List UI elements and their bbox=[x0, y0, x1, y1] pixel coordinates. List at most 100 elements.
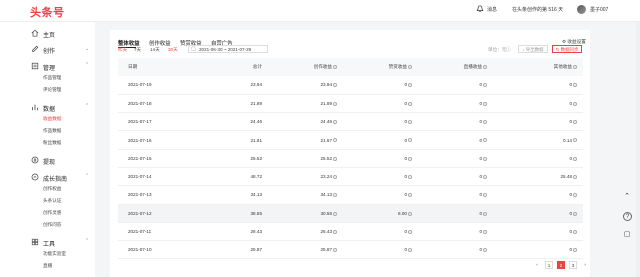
info-icon[interactable]: ⓘ bbox=[506, 46, 511, 53]
help-icon[interactable] bbox=[408, 211, 412, 216]
sidebar-subitem-income[interactable]: 收益数据 bbox=[43, 116, 61, 122]
help-icon[interactable] bbox=[333, 156, 337, 161]
help-icon[interactable] bbox=[408, 64, 412, 69]
chevron-down-icon[interactable]: ⌄ bbox=[85, 46, 89, 52]
help-icon[interactable] bbox=[573, 83, 577, 88]
period-yesterday[interactable]: 昨天 bbox=[118, 47, 127, 53]
sidebar-subitem-lab[interactable]: 功能实验室 bbox=[43, 251, 66, 257]
help-icon[interactable] bbox=[483, 193, 487, 198]
help-circle-icon[interactable]: ? bbox=[623, 212, 632, 221]
prev-page-button[interactable]: ‹ bbox=[533, 261, 541, 269]
page-1[interactable]: 1 bbox=[545, 261, 553, 269]
period-14d[interactable]: 14天 bbox=[150, 47, 160, 53]
help-icon[interactable] bbox=[483, 138, 487, 143]
sidebar-subitem-fans-data[interactable]: 粉丝数据 bbox=[43, 140, 61, 146]
cell-value: 8.00 bbox=[398, 210, 407, 216]
avatar[interactable] bbox=[577, 5, 586, 14]
help-icon[interactable] bbox=[408, 101, 412, 106]
sidebar-subitem-inspiration[interactable]: 创作灵感 bbox=[43, 210, 61, 216]
table-header-row: 日期 总计 创作收益 赞赏收益 直播收益 其他收益 bbox=[118, 58, 583, 76]
help-icon[interactable] bbox=[333, 101, 337, 106]
table-cell: 24.46 bbox=[268, 112, 343, 132]
help-icon[interactable] bbox=[483, 83, 487, 88]
sidebar-subitem-works[interactable]: 作品管理 bbox=[43, 75, 61, 81]
help-icon[interactable] bbox=[483, 174, 487, 179]
help-icon[interactable] bbox=[573, 101, 577, 106]
cell-value: 0 bbox=[479, 229, 482, 235]
help-icon[interactable] bbox=[573, 211, 577, 216]
help-icon[interactable] bbox=[483, 229, 487, 234]
help-icon[interactable] bbox=[408, 138, 412, 143]
sidebar-item-home[interactable]: 主页 bbox=[43, 30, 55, 39]
page-2[interactable]: 2 bbox=[557, 261, 565, 269]
bell-icon[interactable] bbox=[476, 5, 484, 13]
help-icon[interactable] bbox=[483, 101, 487, 106]
help-icon[interactable] bbox=[408, 120, 412, 125]
help-icon[interactable] bbox=[408, 156, 412, 161]
sidebar-item-withdraw[interactable]: 提现 bbox=[43, 157, 55, 166]
help-icon[interactable] bbox=[573, 156, 577, 161]
help-icon[interactable] bbox=[573, 229, 577, 234]
help-icon[interactable] bbox=[483, 120, 487, 125]
help-icon[interactable] bbox=[333, 193, 337, 198]
help-icon[interactable] bbox=[573, 138, 577, 143]
sync-button[interactable]: ↻ 数据同步 bbox=[552, 45, 582, 53]
help-icon[interactable] bbox=[483, 211, 487, 216]
help-icon[interactable] bbox=[483, 64, 487, 69]
sidebar-subitem-verify[interactable]: 头条认证 bbox=[43, 198, 61, 204]
help-icon[interactable] bbox=[408, 229, 412, 234]
help-icon[interactable] bbox=[573, 193, 577, 198]
cell-value: 0 bbox=[569, 82, 572, 88]
period-7d[interactable]: 7天 bbox=[134, 47, 141, 53]
help-icon[interactable] bbox=[573, 64, 577, 69]
help-icon[interactable] bbox=[333, 83, 337, 88]
sidebar-subitem-live[interactable]: 直播 bbox=[43, 263, 52, 269]
help-icon[interactable] bbox=[573, 174, 577, 179]
chevron-up-icon[interactable]: ⌃ bbox=[85, 62, 89, 68]
tab-creation-income[interactable]: 创作收益 bbox=[149, 39, 171, 47]
table-cell: 2021-07-10 bbox=[118, 240, 208, 260]
help-icon[interactable] bbox=[483, 156, 487, 161]
sidebar-subitem-qa[interactable]: 创作问答 bbox=[43, 222, 61, 228]
help-icon[interactable] bbox=[483, 248, 487, 253]
help-icon[interactable] bbox=[333, 64, 337, 69]
chevron-up-icon[interactable]: ⌃ bbox=[85, 173, 89, 179]
help-icon[interactable] bbox=[573, 248, 577, 253]
username[interactable]: 墨子007 bbox=[590, 6, 608, 13]
sidebar-item-tools[interactable]: 工具 bbox=[43, 239, 55, 248]
chat-icon[interactable]: ▢ bbox=[621, 230, 633, 242]
help-icon[interactable] bbox=[573, 120, 577, 125]
help-icon[interactable] bbox=[408, 193, 412, 198]
sidebar-item-create[interactable]: 创作 bbox=[43, 46, 55, 55]
help-icon[interactable] bbox=[333, 229, 337, 234]
manage-icon bbox=[31, 62, 39, 70]
scroll-up-icon[interactable]: ⌃ bbox=[621, 192, 633, 204]
sidebar-item-growth[interactable]: 成长指南 bbox=[43, 174, 67, 183]
scrollbar[interactable] bbox=[636, 22, 640, 277]
logo[interactable]: 头条号 bbox=[30, 4, 65, 20]
tab-total-income[interactable]: 整体收益 bbox=[118, 39, 140, 47]
date-range-picker[interactable]: ▢ 2021-06-30 ~ 2021-07-29 bbox=[188, 45, 268, 53]
chevron-up-icon[interactable]: ⌃ bbox=[85, 238, 89, 244]
help-icon[interactable] bbox=[333, 120, 337, 125]
sidebar-subitem-comments[interactable]: 评论管理 bbox=[43, 87, 61, 93]
period-30d[interactable]: 30天 bbox=[168, 47, 178, 53]
help-icon[interactable] bbox=[333, 248, 337, 253]
next-page-button[interactable]: › bbox=[581, 261, 589, 269]
sidebar-item-data[interactable]: 数据 bbox=[43, 104, 55, 113]
export-button[interactable]: ↓ 导出数据 bbox=[518, 45, 548, 53]
message-link[interactable]: 消息 bbox=[487, 6, 497, 13]
cell-value: 23.94 bbox=[320, 82, 333, 88]
help-icon[interactable] bbox=[333, 211, 337, 216]
chevron-up-icon[interactable]: ⌃ bbox=[85, 103, 89, 109]
sidebar-subitem-works-data[interactable]: 作品数据 bbox=[43, 128, 61, 134]
help-icon[interactable] bbox=[333, 138, 337, 143]
cell-value: 38.55 bbox=[250, 210, 263, 216]
help-icon[interactable] bbox=[408, 83, 412, 88]
help-icon[interactable] bbox=[333, 174, 337, 179]
help-icon[interactable] bbox=[408, 248, 412, 253]
page-3[interactable]: 3 bbox=[569, 261, 577, 269]
help-icon[interactable] bbox=[408, 174, 412, 179]
sidebar-item-manage[interactable]: 管理 bbox=[43, 63, 55, 72]
sidebar-subitem-rights[interactable]: 创作权益 bbox=[43, 186, 61, 192]
